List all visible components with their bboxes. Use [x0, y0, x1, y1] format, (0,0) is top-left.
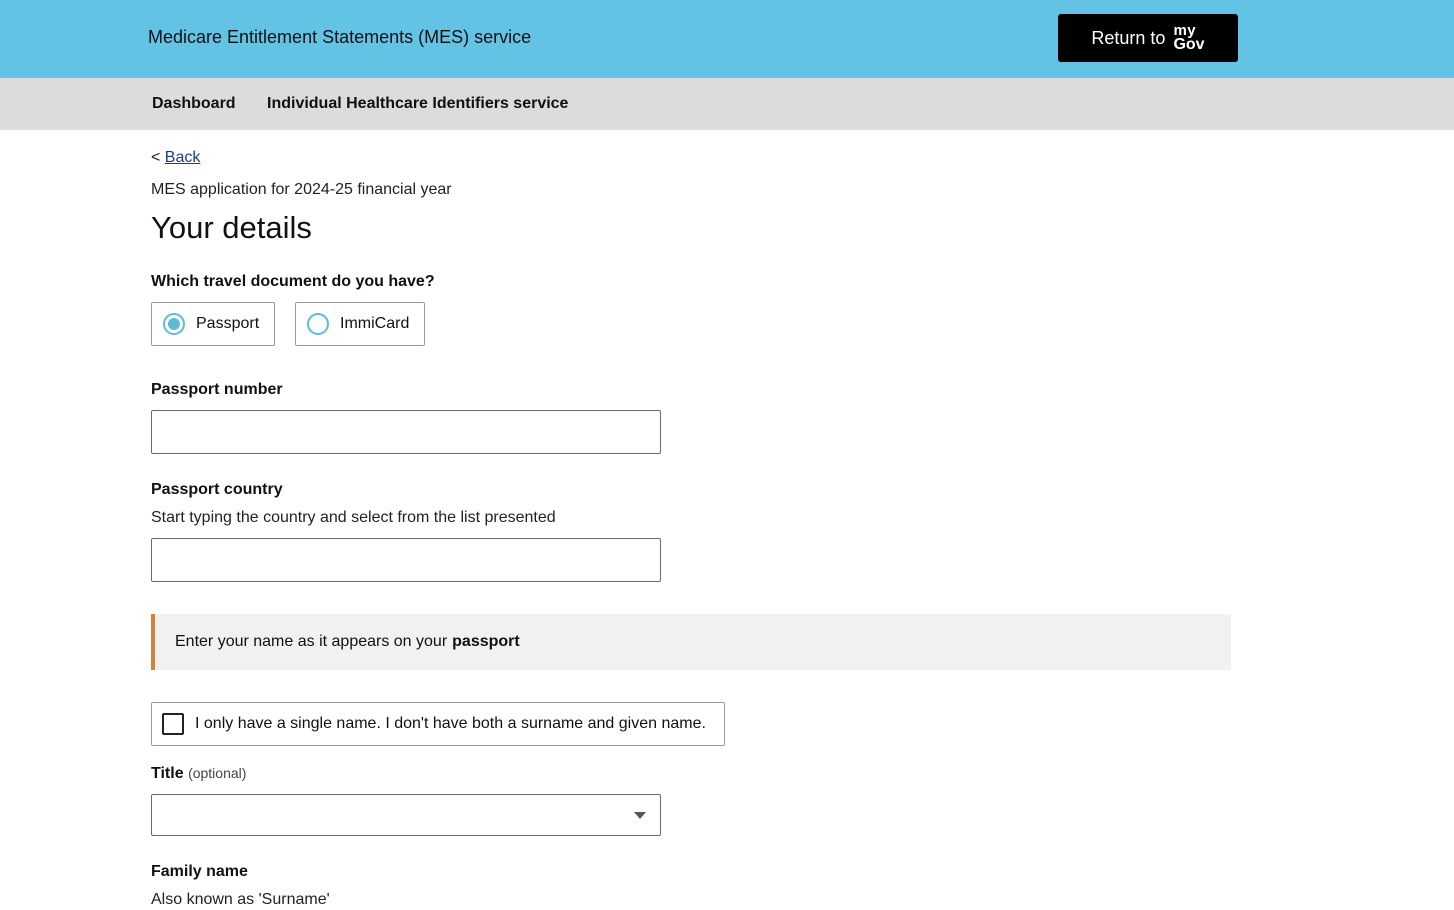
- site-header: Medicare Entitlement Statements (MES) se…: [0, 0, 1454, 78]
- service-title: Medicare Entitlement Statements (MES) se…: [148, 27, 532, 47]
- callout-text: Enter your name as it appears on your: [175, 633, 448, 650]
- main-nav: Dashboard Individual Healthcare Identifi…: [0, 78, 1454, 130]
- passport-country-label: Passport country: [151, 481, 283, 498]
- title-label-text: Title: [151, 765, 184, 782]
- single-name-label: I only have a single name. I don't have …: [195, 715, 706, 732]
- radio-circle-selected: [163, 313, 185, 335]
- family-name-label: Family name: [151, 863, 248, 880]
- radio-passport[interactable]: Passport: [151, 302, 275, 346]
- chevron-down-icon: [634, 812, 646, 819]
- title-select[interactable]: [151, 794, 661, 836]
- application-subtitle: MES application for 2024-25 financial ye…: [151, 181, 452, 198]
- optional-tag: (optional): [188, 765, 247, 781]
- page-title: Your details: [151, 210, 312, 245]
- radio-circle-empty: [307, 313, 329, 335]
- back-chevron: <: [151, 149, 161, 166]
- passport-country-input[interactable]: [151, 538, 661, 582]
- radio-immicard-label: ImmiCard: [340, 315, 410, 332]
- single-name-checkbox[interactable]: I only have a single name. I don't have …: [151, 702, 725, 746]
- family-name-hint: Also known as 'Surname': [151, 891, 330, 908]
- back-link[interactable]: Back: [165, 149, 201, 166]
- radio-immicard[interactable]: ImmiCard: [295, 302, 425, 346]
- passport-number-label: Passport number: [151, 381, 283, 398]
- name-callout: Enter your name as it appears on your pa…: [151, 614, 1231, 670]
- radio-passport-label: Passport: [196, 315, 260, 332]
- nav-item-dashboard[interactable]: Dashboard: [152, 95, 236, 113]
- passport-number-input[interactable]: [151, 410, 661, 454]
- mygov-logo: my Gov: [1173, 23, 1205, 53]
- back-link-row: < Back: [151, 149, 200, 167]
- travel-document-question: Which travel document do you have?: [151, 273, 435, 290]
- title-field-label: Title (optional): [151, 765, 246, 783]
- return-to-mygov-button[interactable]: Return to my Gov: [1058, 14, 1238, 62]
- callout-emphasis: passport: [452, 633, 520, 650]
- return-label: Return to: [1091, 27, 1166, 48]
- nav-item-ihi-service[interactable]: Individual Healthcare Identifiers servic…: [267, 95, 568, 113]
- checkbox-square: [162, 713, 184, 735]
- radio-dot: [168, 318, 180, 330]
- mygov-logo-gov: Gov: [1173, 36, 1205, 53]
- passport-country-hint: Start typing the country and select from…: [151, 509, 556, 526]
